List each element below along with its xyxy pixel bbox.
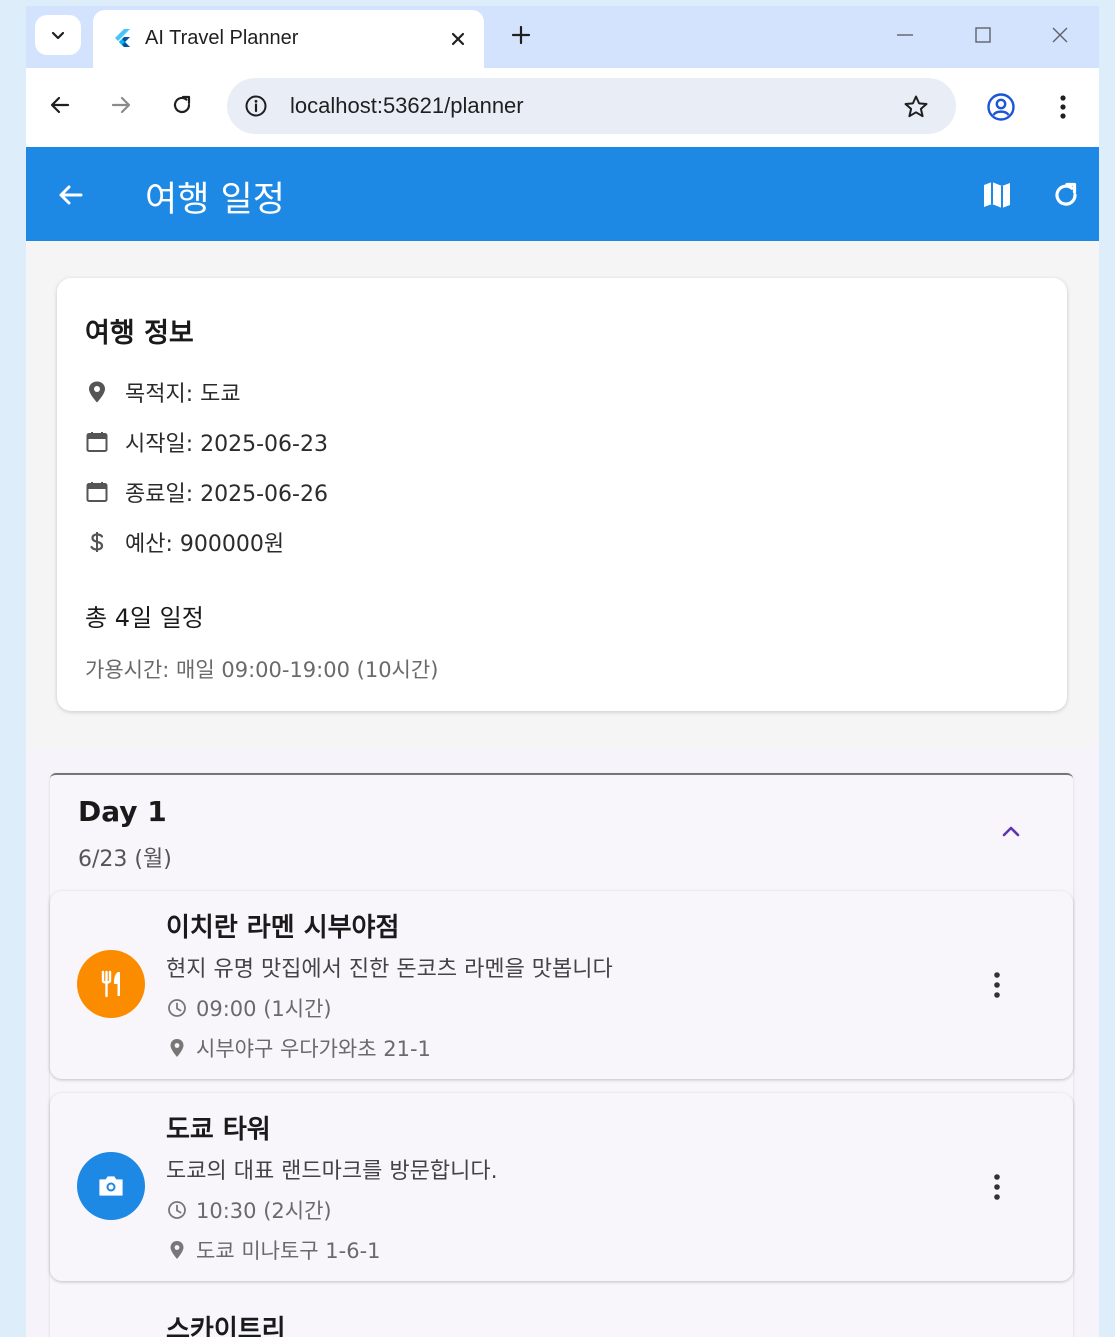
site-info-icon[interactable] <box>241 91 271 121</box>
location-pin-icon <box>166 1037 188 1059</box>
arrow-left-icon <box>50 96 70 114</box>
activity-time: 09:00 (1시간) <box>196 997 332 1021</box>
page-content: 여행 정보 목적지: 도쿄 시작일: 2025-06-23 종료일: 2025-… <box>26 241 1099 1337</box>
minimize-icon <box>897 34 913 36</box>
close-window-button[interactable] <box>1043 20 1077 50</box>
start-date-text: 시작일: 2025-06-23 <box>125 432 328 457</box>
location-pin-icon <box>85 380 109 404</box>
location-pin-icon <box>166 1239 188 1261</box>
new-tab-button[interactable] <box>504 18 538 52</box>
browser-window: AI Travel Planner localhost:53621/planne… <box>26 6 1099 1337</box>
refresh-button[interactable] <box>1048 177 1084 213</box>
activity-name: 이치란 라멘 시부야점 <box>166 913 400 943</box>
tab-title: AI Travel Planner <box>145 27 299 49</box>
total-days: 총 4일 일정 <box>85 604 204 632</box>
activity-time-row: 09:00 (1시간) <box>166 993 332 1023</box>
arrow-right-icon <box>111 96 131 114</box>
activity-menu-button[interactable] <box>980 965 1014 1005</box>
url-text: localhost:53621/planner <box>290 93 524 118</box>
activity-address-row: 시부야구 우다가와초 21-1 <box>166 1033 431 1063</box>
tab-search-button[interactable] <box>35 15 81 55</box>
more-vertical-icon <box>994 1174 1000 1200</box>
more-vertical-icon <box>994 972 1000 998</box>
trip-info-card: 여행 정보 목적지: 도쿄 시작일: 2025-06-23 종료일: 2025-… <box>57 278 1067 711</box>
activity-description: 도쿄의 대표 랜드마크를 방문합니다. <box>166 1159 498 1184</box>
arrow-back-icon <box>59 185 83 205</box>
maximize-button[interactable] <box>966 20 1000 50</box>
calendar-icon <box>85 430 109 454</box>
plus-icon <box>511 25 531 45</box>
activity-address: 도쿄 미나토구 1-6-1 <box>196 1239 381 1263</box>
activity-card[interactable]: 이치란 라멘 시부야점 현지 유명 맛집에서 진한 돈코츠 라멘을 맛봅니다 0… <box>50 891 1073 1079</box>
activity-time: 10:30 (2시간) <box>196 1199 332 1223</box>
activity-address-row: 도쿄 미나토구 1-6-1 <box>166 1235 381 1265</box>
destination-row: 목적지: 도쿄 <box>85 377 241 407</box>
bookmark-button[interactable] <box>899 90 933 124</box>
account-icon <box>987 93 1015 121</box>
app-back-button[interactable] <box>52 177 88 213</box>
available-time: 가용시간: 매일 09:00-19:00 (10시간) <box>85 658 439 682</box>
browser-menu-button[interactable] <box>1048 90 1078 124</box>
collapse-day-button[interactable] <box>994 815 1028 849</box>
minimize-button[interactable] <box>888 20 922 50</box>
browser-tab[interactable]: AI Travel Planner <box>93 10 484 68</box>
flutter-logo-icon <box>115 29 130 47</box>
map-icon <box>984 182 1010 208</box>
camera-icon <box>99 1176 123 1196</box>
browser-toolbar: localhost:53621/planner <box>26 68 1099 147</box>
maximize-icon <box>975 27 991 43</box>
start-date-row: 시작일: 2025-06-23 <box>85 427 328 457</box>
profile-button[interactable] <box>984 90 1018 124</box>
tab-close-button[interactable] <box>445 26 471 52</box>
tab-bar: AI Travel Planner <box>26 6 1099 68</box>
activity-type-badge <box>77 1152 145 1220</box>
forward-button[interactable] <box>104 88 138 122</box>
reload-button[interactable] <box>165 88 199 122</box>
page-title: 여행 일정 <box>145 180 285 220</box>
chevron-down-icon <box>51 31 65 40</box>
chevron-up-icon <box>1002 826 1020 837</box>
close-window-icon <box>1052 27 1068 43</box>
activity-type-badge <box>77 950 145 1018</box>
trip-info-title: 여행 정보 <box>85 318 194 349</box>
clock-icon <box>166 997 188 1019</box>
star-icon <box>904 95 928 118</box>
calendar-icon <box>85 480 109 504</box>
dollar-icon <box>85 530 109 554</box>
map-button[interactable] <box>979 177 1015 213</box>
budget-row: 예산: 900000원 <box>85 527 284 557</box>
end-date-text: 종료일: 2025-06-26 <box>125 482 328 507</box>
activity-time-row: 10:30 (2시간) <box>166 1195 332 1225</box>
budget-text: 예산: 900000원 <box>125 532 285 557</box>
end-date-row: 종료일: 2025-06-26 <box>85 477 328 507</box>
refresh-icon <box>1055 182 1077 206</box>
activity-name: 스카이트리 <box>166 1315 286 1337</box>
activity-card[interactable]: 스카이트리 <box>50 1295 1073 1337</box>
activity-name: 도쿄 타워 <box>166 1115 271 1145</box>
restaurant-icon <box>101 970 120 998</box>
close-icon <box>451 32 465 46</box>
back-button[interactable] <box>43 88 77 122</box>
reload-icon <box>173 95 191 114</box>
activity-description: 현지 유명 맛집에서 진한 돈코츠 라멘을 맛봅니다 <box>166 957 613 982</box>
activity-menu-button[interactable] <box>980 1167 1014 1207</box>
day-date: 6/23 (월) <box>78 847 172 872</box>
day-list: Day 1 6/23 (월) 이치란 라멘 시부야점 현지 유명 맛집에서 진한… <box>26 747 1099 1337</box>
app-bar: 여행 일정 <box>26 147 1099 241</box>
address-bar[interactable]: localhost:53621/planner <box>227 78 956 134</box>
destination-text: 목적지: 도쿄 <box>125 382 241 407</box>
more-vertical-icon <box>1060 95 1066 119</box>
day-card: Day 1 6/23 (월) 이치란 라멘 시부야점 현지 유명 맛집에서 진한… <box>50 773 1073 1337</box>
clock-icon <box>166 1199 188 1221</box>
activity-card[interactable]: 도쿄 타워 도쿄의 대표 랜드마크를 방문합니다. 10:30 (2시간) 도쿄… <box>50 1093 1073 1281</box>
day-title: Day 1 <box>78 795 167 828</box>
activity-address: 시부야구 우다가와초 21-1 <box>196 1037 431 1061</box>
